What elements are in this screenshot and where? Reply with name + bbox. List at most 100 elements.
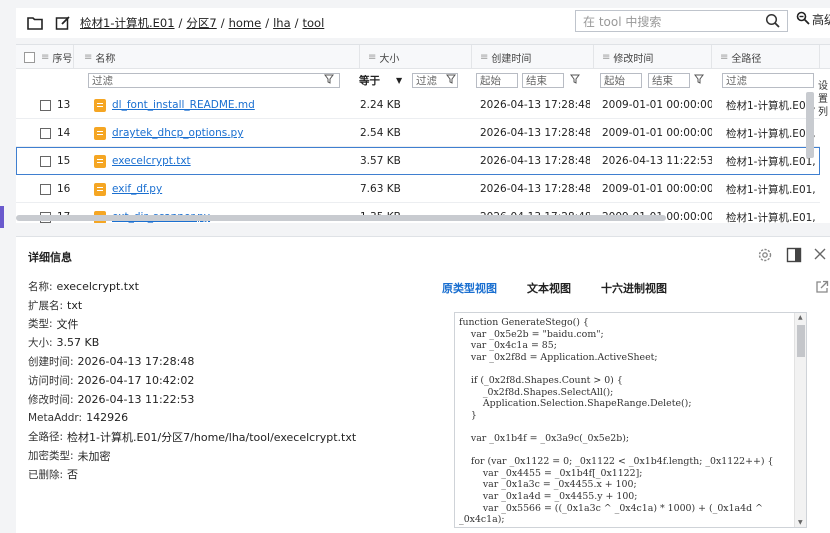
- filter-placeholder: 结束: [526, 75, 547, 87]
- property-key: 加密类型:: [28, 450, 74, 463]
- property-key: 创建时间:: [28, 356, 74, 369]
- property-row: 加密类型: 未加密: [28, 446, 356, 465]
- filter-icon[interactable]: [694, 74, 704, 87]
- row-index-cell: 14: [40, 119, 80, 147]
- property-list: 名称: execelcrypt.txt 扩展名: txt 类型: 文件 大小: 3.57 KB…: [28, 277, 356, 484]
- column-header-size[interactable]: ≡ 大小: [360, 45, 472, 69]
- column-header-modified[interactable]: ≡ 修改时间: [594, 45, 712, 69]
- row-checkbox[interactable]: [40, 127, 51, 139]
- name-filter-input[interactable]: 过滤: [88, 73, 340, 88]
- created-start-input[interactable]: 起始: [476, 73, 518, 88]
- filter-row: 过滤 等于 ▼ 过滤 起始 结束 起始 结束 过滤: [16, 70, 830, 90]
- column-menu-icon: ≡: [84, 51, 93, 63]
- tab-hex-view[interactable]: 十六进制视图: [601, 280, 667, 296]
- content-scroll-thumb[interactable]: [797, 325, 805, 357]
- modified-start-input[interactable]: 起始: [600, 73, 642, 88]
- path-filter-input[interactable]: 过滤: [722, 73, 814, 88]
- column-header-fullpath[interactable]: ≡ 全路径: [712, 45, 820, 69]
- size-operator-select[interactable]: 等于 ▼: [356, 73, 410, 88]
- table-horizontal-scrollbar[interactable]: [16, 215, 666, 221]
- row-checkbox[interactable]: [40, 155, 51, 167]
- filter-placeholder: 过滤: [92, 75, 113, 87]
- filter-placeholder: 过滤: [416, 75, 437, 87]
- property-key: 全路径:: [28, 431, 64, 444]
- row-index: 13: [57, 99, 71, 111]
- file-name-link[interactable]: exif_df.py: [112, 183, 162, 195]
- breadcrumb-item[interactable]: 检材1-计算机.E01: [80, 15, 175, 31]
- property-row: 名称: execelcrypt.txt: [28, 277, 356, 296]
- search-input[interactable]: 在 tool 中搜索: [575, 10, 788, 32]
- file-icon: [94, 182, 106, 196]
- row-created: 2026-04-13 17:28:48: [480, 155, 590, 167]
- row-name-cell: execelcrypt.txt: [94, 147, 354, 175]
- property-row: 已删除: 否: [28, 465, 356, 484]
- breadcrumb-item[interactable]: tool: [303, 16, 325, 30]
- search-icon[interactable]: [765, 13, 781, 32]
- property-row: 访问时间: 2026-04-17 10:42:02: [28, 371, 356, 390]
- split-layout-icon[interactable]: [786, 247, 802, 266]
- file-name-link[interactable]: dl_font_install_README.md: [112, 99, 255, 111]
- property-row: MetaAddr: 142926: [28, 409, 356, 428]
- filter-icon[interactable]: [324, 74, 334, 87]
- scroll-up-icon[interactable]: ▲: [798, 314, 803, 321]
- property-row: 创建时间: 2026-04-13 17:28:48: [28, 352, 356, 371]
- table-row[interactable]: 14 draytek_dhcp_options.py 2.54 KB 2026-04-…: [16, 119, 820, 147]
- table-row[interactable]: 16 exif_df.py 7.63 KB 2026-04-13 17:28:48 20…: [16, 175, 820, 203]
- column-label: 全路径: [731, 53, 762, 65]
- file-content-viewer[interactable]: function GenerateStego() { var _0x5e2b =…: [454, 312, 807, 528]
- detail-panel: 详细信息 名称: execelcrypt.txt 扩展名: txt 类型: 文件 大小: 3.…: [16, 236, 830, 533]
- file-icon: [94, 154, 106, 168]
- search-placeholder: 在 tool 中搜索: [583, 14, 662, 29]
- created-end-input[interactable]: 结束: [522, 73, 564, 88]
- property-row: 全路径: 检材1-计算机.E01/分区7/home/lha/tool/execel…: [28, 427, 356, 446]
- column-header-created[interactable]: ≡ 创建时间: [472, 45, 594, 69]
- folder-icon[interactable]: [24, 12, 46, 34]
- row-size: 3.57 KB: [360, 155, 401, 167]
- table-row[interactable]: 13 dl_font_install_README.md 2.24 KB 2026-0…: [16, 91, 820, 119]
- filter-placeholder: 起始: [604, 75, 625, 87]
- column-menu-icon: ≡: [480, 51, 489, 63]
- open-external-icon[interactable]: [815, 280, 829, 297]
- file-name-link[interactable]: draytek_dhcp_options.py: [112, 127, 243, 139]
- column-header-name[interactable]: ≡ 名称: [74, 45, 360, 69]
- property-value: 否: [67, 468, 79, 482]
- breadcrumb-item[interactable]: 分区7: [186, 15, 216, 31]
- breadcrumb-separator: /: [178, 16, 183, 30]
- column-header-index[interactable]: ≡ 序号: [16, 45, 74, 69]
- scroll-down-icon[interactable]: ▼: [798, 519, 803, 526]
- column-settings-label[interactable]: 设置列: [818, 80, 830, 119]
- left-edge-strip: [0, 0, 16, 533]
- row-checkbox[interactable]: [40, 99, 51, 111]
- file-content-text: function GenerateStego() { var _0x5e2b =…: [459, 317, 774, 526]
- breadcrumb-item[interactable]: lha: [273, 16, 291, 30]
- edit-path-icon[interactable]: [52, 12, 74, 34]
- property-value: 检材1-计算机.E01/分区7/home/lha/tool/execelcryp…: [67, 430, 357, 444]
- row-index-cell: 16: [40, 175, 80, 203]
- filter-icon[interactable]: [446, 74, 456, 87]
- select-all-checkbox[interactable]: [24, 51, 35, 63]
- row-modified: 2009-01-01 00:00:00: [602, 99, 712, 111]
- property-key: 名称:: [28, 280, 53, 293]
- tab-text-view[interactable]: 文本视图: [527, 280, 571, 296]
- breadcrumb-item[interactable]: home: [229, 16, 262, 30]
- modified-end-input[interactable]: 结束: [648, 73, 690, 88]
- breadcrumb: 检材1-计算机.E01 / 分区7 / home / lha / tool: [80, 15, 324, 31]
- table-row[interactable]: 15 execelcrypt.txt 3.57 KB 2026-04-13 17:28…: [16, 147, 820, 175]
- gear-icon[interactable]: [757, 247, 773, 266]
- table-vertical-scrollbar[interactable]: [806, 92, 814, 158]
- breadcrumb-separator: /: [220, 16, 225, 30]
- advanced-search-button[interactable]: 高级: [796, 11, 830, 28]
- content-scrollbar[interactable]: ▲ ▼: [794, 313, 806, 527]
- column-menu-icon: ≡: [720, 51, 729, 63]
- property-value: 2026-04-13 11:22:53: [77, 392, 195, 406]
- property-value: 142926: [86, 411, 129, 425]
- property-value: execelcrypt.txt: [56, 279, 139, 293]
- close-icon[interactable]: [813, 247, 827, 264]
- filter-icon[interactable]: [570, 74, 580, 87]
- property-row: 修改时间: 2026-04-13 11:22:53: [28, 390, 356, 409]
- row-checkbox[interactable]: [40, 183, 51, 195]
- breadcrumb-separator: /: [294, 16, 299, 30]
- tab-native-view[interactable]: 原类型视图: [442, 280, 497, 296]
- file-name-link[interactable]: execelcrypt.txt: [112, 155, 191, 167]
- row-modified: 2009-01-01 00:00:00: [602, 183, 712, 195]
